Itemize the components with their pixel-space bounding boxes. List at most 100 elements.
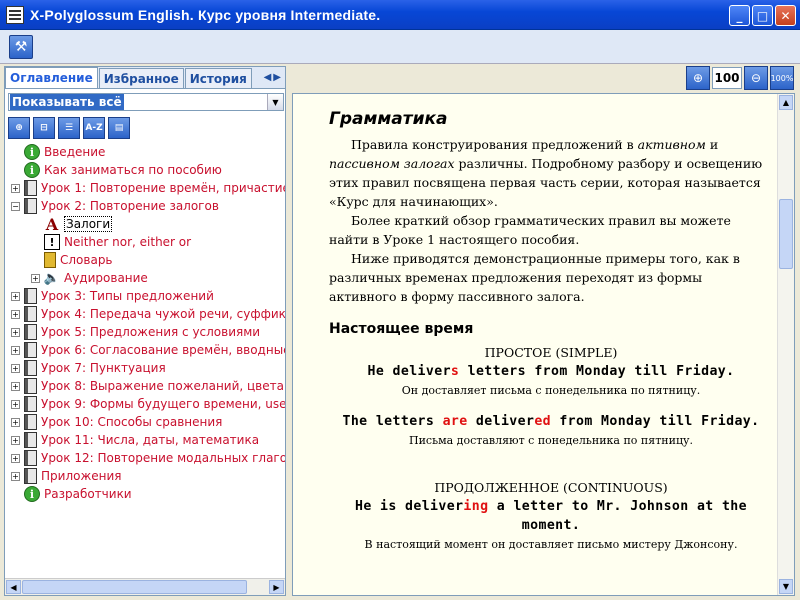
tools-icon[interactable]: ⚒	[9, 35, 33, 59]
expand-icon[interactable]: +	[11, 471, 20, 481]
info-icon: i	[24, 486, 40, 502]
close-button[interactable]: ✕	[775, 5, 796, 26]
maximize-button[interactable]: □	[752, 5, 773, 26]
expand-icon[interactable]: +	[11, 453, 20, 463]
expand-icon[interactable]: +	[11, 327, 20, 337]
speaker-icon: 🔈	[43, 270, 61, 286]
zoom-out-icon[interactable]: ⊖	[744, 66, 768, 90]
collapse-all-button[interactable]: ⊟	[33, 117, 55, 139]
continuous-heading: ПРОДОЛЖЕННОЕ (CONTINUOUS)	[434, 480, 668, 495]
tab-history[interactable]: История	[184, 68, 252, 88]
example-active-continuous: He is delivering a letter to Mr. Johnson…	[355, 499, 747, 533]
tree-item[interactable]: + Урок 8: Выражение пожеланий, цвета	[5, 377, 285, 395]
paragraph-2: Более краткий обзор грамматических прави…	[329, 213, 731, 247]
tree-item-label: Приложения	[41, 469, 122, 483]
font-icon: A	[45, 214, 59, 234]
tree-item[interactable]: ! Neither nor, either or	[5, 233, 285, 251]
scroll-right-icon[interactable]: ▶	[269, 580, 284, 594]
expand-icon[interactable]: +	[31, 273, 40, 283]
expand-icon[interactable]: +	[11, 345, 20, 355]
expand-icon[interactable]: +	[11, 399, 20, 409]
tree-item[interactable]: + 🔈 Аудирование	[5, 269, 285, 287]
main-toolbar: ⚒	[0, 30, 800, 64]
zoom-reset-button[interactable]: 100%	[770, 66, 794, 90]
example-active-simple: He delivers letters from Monday till Fri…	[367, 364, 735, 379]
book-icon	[24, 396, 37, 412]
scroll-left-icon[interactable]: ◀	[6, 580, 21, 594]
tree-item[interactable]: + Урок 1: Повторение времён, причастие	[5, 179, 285, 197]
tree-item-label: Neither nor, either or	[64, 235, 192, 249]
book-icon	[24, 414, 37, 430]
tree-item-label: Словарь	[60, 253, 113, 267]
tree-item[interactable]: + Урок 7: Пунктуация	[5, 359, 285, 377]
index-button[interactable]: ▤	[108, 117, 130, 139]
tree-item[interactable]: Словарь	[5, 251, 285, 269]
tree-item[interactable]: + Урок 10: Способы сравнения	[5, 413, 285, 431]
tree-item[interactable]: + Урок 12: Повторение модальных глаголов	[5, 449, 285, 467]
article-view: Грамматика Правила конструирования предл…	[292, 93, 795, 596]
tab-scroll-right-icon[interactable]: ▶	[273, 72, 281, 83]
tab-contents[interactable]: Оглавление	[5, 67, 98, 88]
expand-icon[interactable]: +	[11, 417, 20, 427]
article: Грамматика Правила конструирования предл…	[329, 110, 773, 554]
tree-item-label: Урок 1: Повторение времён, причастие	[41, 181, 285, 195]
paragraph-3: Ниже приводятся демонстрационные примеры…	[329, 251, 740, 304]
warning-icon: !	[44, 234, 60, 250]
tree-view-button[interactable]: ☰	[58, 117, 80, 139]
scroll-thumb[interactable]	[22, 580, 247, 594]
translation-2: Письма доставляют с понедельника по пятн…	[409, 434, 693, 447]
book-icon	[24, 324, 37, 340]
expand-icon[interactable]: +	[11, 381, 20, 391]
scroll-up-icon[interactable]: ▲	[779, 95, 793, 110]
scroll-thumb-vertical[interactable]	[779, 199, 793, 269]
filter-value: Показывать всё	[10, 94, 124, 110]
expand-icon[interactable]: +	[11, 183, 20, 193]
tree-item-label: Урок 10: Способы сравнения	[41, 415, 223, 429]
tree-item-label: Введение	[44, 145, 106, 159]
tree-item[interactable]: A Залоги	[5, 214, 285, 234]
minimize-button[interactable]: _	[729, 5, 750, 26]
filter-select[interactable]: Показывать всё ▼	[8, 93, 284, 111]
book-icon	[24, 198, 37, 214]
tree-item-label: Урок 2: Повторение залогов	[41, 199, 219, 213]
tab-favorites[interactable]: Избранное	[98, 68, 184, 88]
expand-all-button[interactable]: ⊕	[8, 117, 30, 139]
collapse-icon[interactable]: −	[11, 201, 20, 211]
tree-item[interactable]: − Урок 2: Повторение залогов	[5, 197, 285, 215]
title-bar: X-Polyglossum English. Курс уровня Inter…	[0, 0, 800, 30]
vertical-scrollbar[interactable]: ▲ ▼	[777, 94, 794, 595]
book-icon	[24, 360, 37, 376]
tree-item[interactable]: + Урок 5: Предложения с условиями	[5, 323, 285, 341]
article-heading: Грамматика	[329, 109, 448, 129]
expand-icon[interactable]: +	[11, 291, 20, 301]
tab-scroll-arrows: ◀ ▶	[264, 72, 285, 83]
scroll-down-icon[interactable]: ▼	[779, 579, 793, 594]
tree-item[interactable]: i Как заниматься по пособию	[5, 161, 285, 179]
tree-item-label: Урок 11: Числа, даты, математика	[41, 433, 260, 447]
tree-item[interactable]: + Урок 3: Типы предложений	[5, 287, 285, 305]
tree-item[interactable]: i Введение	[5, 143, 285, 161]
zoom-bar: ⊕ 100 ⊖ 100%	[290, 66, 800, 92]
tree-item-label: Урок 5: Предложения с условиями	[41, 325, 261, 339]
expand-icon[interactable]: +	[11, 309, 20, 319]
horizontal-scrollbar[interactable]: ◀ ▶	[5, 578, 285, 595]
chevron-down-icon[interactable]: ▼	[267, 94, 283, 110]
tab-scroll-left-icon[interactable]: ◀	[264, 72, 272, 83]
tree-item[interactable]: + Урок 9: Формы будущего времени, use	[5, 395, 285, 413]
sort-az-button[interactable]: A-Z	[83, 117, 105, 139]
book-icon	[24, 450, 37, 466]
tree-toolbar: ⊕ ⊟ ☰ A-Z ▤	[8, 117, 130, 139]
tree-item[interactable]: + Урок 4: Передача чужой речи, суффиксы	[5, 305, 285, 323]
tree-item[interactable]: + Урок 6: Согласование времён, вводные	[5, 341, 285, 359]
tree-item[interactable]: i Разработчики	[5, 485, 285, 503]
book-icon	[24, 432, 37, 448]
tree-item[interactable]: + Приложения	[5, 467, 285, 485]
tree-item[interactable]: + Урок 11: Числа, даты, математика	[5, 431, 285, 449]
zoom-level[interactable]: 100	[712, 67, 742, 89]
expand-icon[interactable]: +	[11, 363, 20, 373]
tree-item-label: Аудирование	[64, 271, 148, 285]
expand-icon[interactable]: +	[11, 435, 20, 445]
paragraph-1: Правила конструирования предложений в ак…	[329, 137, 763, 209]
zoom-in-icon[interactable]: ⊕	[686, 66, 710, 90]
translation-3: В настоящий момент он доставляет письмо …	[364, 538, 738, 551]
